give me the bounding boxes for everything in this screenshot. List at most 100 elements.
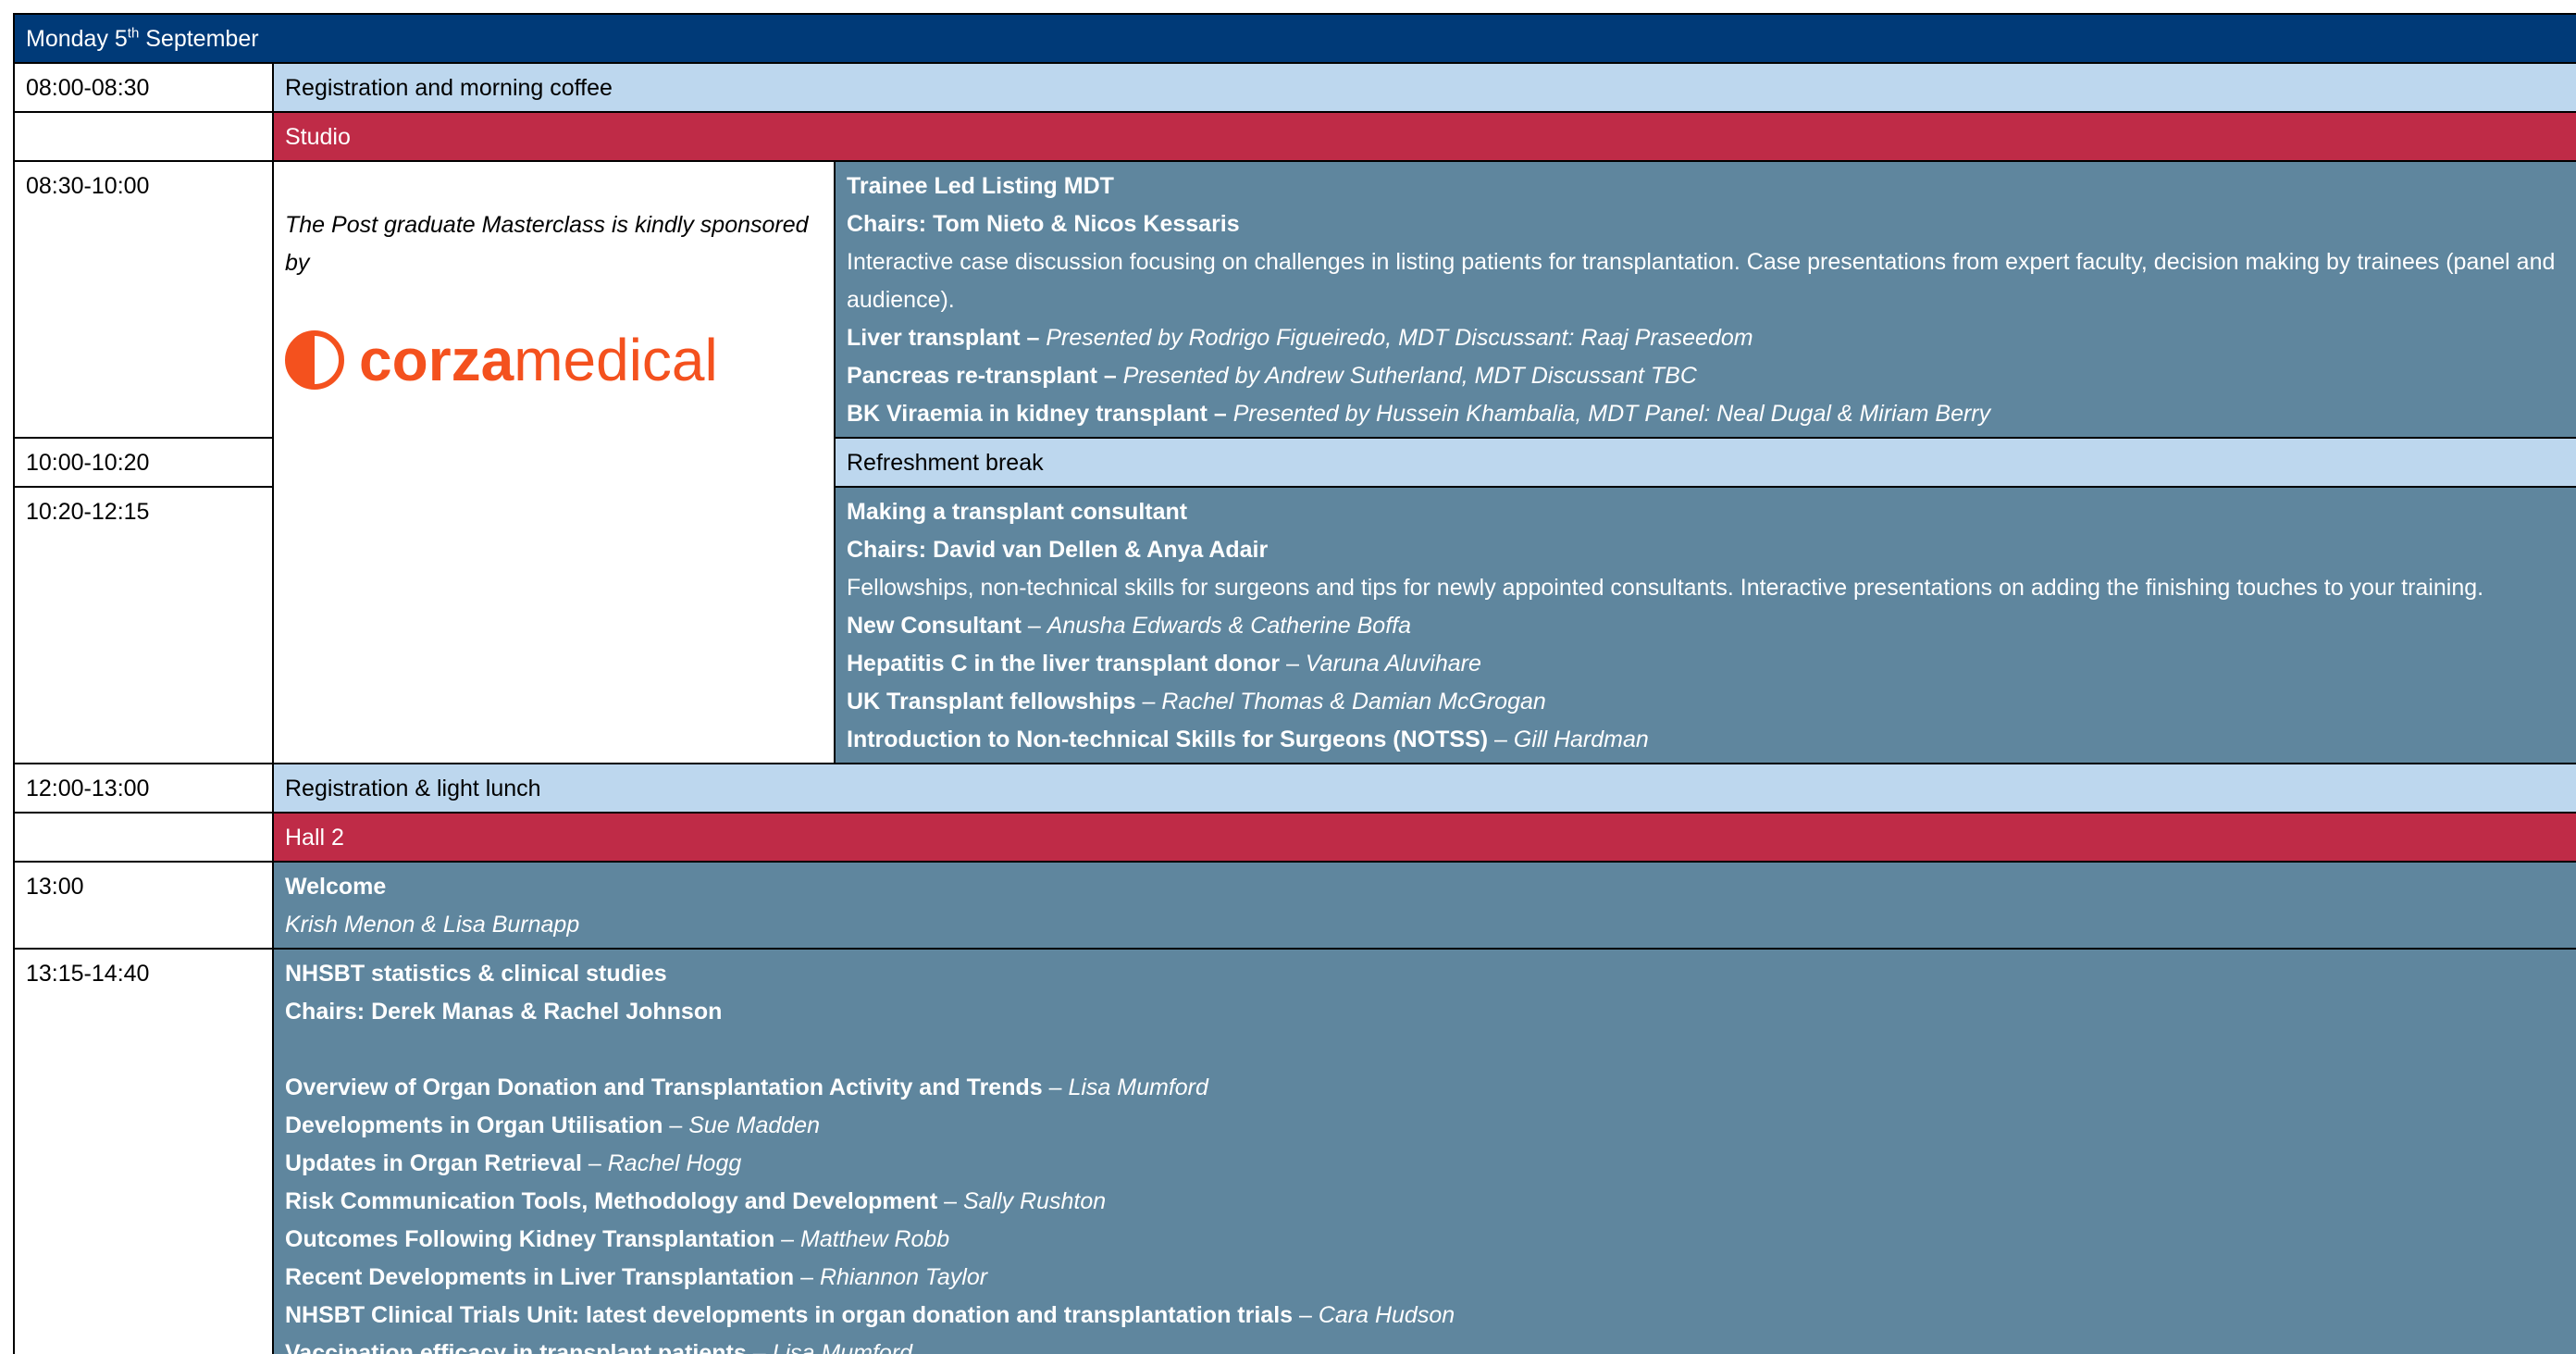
session-description: Interactive case discussion focusing on … (847, 249, 2556, 313)
schedule-row: 08:30-10:00 The Post graduate Masterclas… (13, 160, 2576, 764)
venue-label: Hall 2 (271, 812, 2576, 863)
talk-speaker: Matthew Robb (800, 1226, 950, 1252)
talk-speaker: Rachel Hogg (607, 1150, 742, 1176)
talk-item: Recent Developments in Liver Transplanta… (285, 1259, 2565, 1297)
time-cell: 10:00-10:20 (13, 437, 274, 488)
logo-word-bold: corza (359, 327, 514, 393)
schedule-row: 13:15-14:40 NHSBT statistics & clinical … (13, 948, 2576, 1354)
talk-title: Overview of Organ Donation and Transplan… (285, 1075, 1043, 1100)
talk-speaker: Rachel Thomas & Damian McGrogan (1161, 689, 1546, 714)
talk-dash: – (581, 1150, 608, 1176)
talk-speaker: Presented by Andrew Sutherland, MDT Disc… (1122, 363, 1697, 389)
talk-dash: – (1488, 727, 1514, 752)
talk-item: Introduction to Non-technical Skills for… (847, 721, 2565, 759)
talk-dash: – (937, 1188, 963, 1214)
talk-speaker: Sally Rushton (962, 1188, 1107, 1214)
talk-item: UK Transplant fellowships – Rachel Thoma… (847, 683, 2565, 721)
empty-time-cell (13, 111, 274, 162)
talk-title: Vaccination efficacy in transplant patie… (285, 1340, 747, 1354)
session-chairs: Chairs: Derek Manas & Rachel Johnson (285, 999, 723, 1025)
talk-title: UK Transplant fellowships (847, 689, 1136, 714)
time-cell: 08:30-10:00 (13, 160, 274, 439)
talk-title: Recent Developments in Liver Transplanta… (285, 1264, 795, 1290)
talk-title: NHSBT Clinical Trials Unit: latest devel… (285, 1302, 1294, 1328)
day-header-row: Monday 5th September (13, 13, 2576, 64)
logo-wordmark: corzamedical (359, 330, 718, 390)
session-title: Refreshment break (833, 437, 2576, 488)
sponsor-logo: corzamedical (285, 330, 823, 390)
talk-speaker: Cara Hudson (1318, 1302, 1455, 1328)
month-label: September (139, 26, 259, 52)
talk-dash: – (794, 1264, 820, 1290)
talk-item: Pancreas re-transplant – Presented by An… (847, 357, 2565, 395)
talk-dash: – (746, 1340, 773, 1354)
talk-speaker: Varuna Aluvihare (1305, 651, 1481, 677)
programme-page: Monday 5th September 08:00-08:30 Registr… (13, 13, 2576, 1354)
talk-item: Hepatitis C in the liver transplant dono… (847, 645, 2565, 683)
talk-item: Risk Communication Tools, Methodology an… (285, 1183, 2565, 1221)
talk-dash: – (1042, 1075, 1069, 1100)
session-chairs: Chairs: Tom Nieto & Nicos Kessaris (847, 211, 1240, 237)
session-cell: NHSBT statistics & clinical studies Chai… (271, 948, 2576, 1354)
talk-speaker: Anusha Edwards & Catherine Boffa (1046, 613, 1411, 639)
corza-logo-icon (285, 330, 344, 390)
talk-title: Outcomes Following Kidney Transplantatio… (285, 1226, 775, 1252)
talk-item: New Consultant – Anusha Edwards & Cather… (847, 607, 2565, 645)
talk-speaker: Lisa Mumford (1068, 1075, 1208, 1100)
session-cell: Welcome Krish Menon & Lisa Burnapp (271, 861, 2576, 950)
talk-dash: – (663, 1112, 689, 1138)
talk-title: Developments in Organ Utilisation (285, 1112, 663, 1138)
talk-speaker: Sue Madden (688, 1112, 820, 1138)
time-cell: 12:00-13:00 (13, 763, 274, 814)
talk-title: Introduction to Non-technical Skills for… (847, 727, 1489, 752)
talk-title: BK Viraemia in kidney transplant – (847, 401, 1233, 427)
time-cell: 13:15-14:40 (13, 948, 274, 1354)
talk-item: BK Viraemia in kidney transplant – Prese… (847, 395, 2565, 433)
session-cell: Trainee Led Listing MDT Chairs: Tom Niet… (833, 160, 2576, 439)
talk-speaker: Gill Hardman (1513, 727, 1649, 752)
talk-speaker: Presented by Rodrigo Figueiredo, MDT Dis… (1046, 325, 1753, 351)
sponsor-text: The Post graduate Masterclass is kindly … (285, 212, 809, 276)
time-cell: 10:20-12:15 (13, 486, 274, 764)
talk-dash: – (1135, 689, 1162, 714)
day-header: Monday 5th September (13, 13, 2576, 64)
talk-title: Liver transplant – (847, 325, 1046, 351)
session-chairs: Chairs: David van Dellen & Anya Adair (847, 537, 1269, 563)
empty-time-cell (13, 812, 274, 863)
talk-item: NHSBT Clinical Trials Unit: latest devel… (285, 1297, 2565, 1335)
talk-title: Hepatitis C in the liver transplant dono… (847, 651, 1281, 677)
schedule-row: 08:00-08:30 Registration and morning cof… (13, 62, 2576, 113)
sponsor-cell: The Post graduate Masterclass is kindly … (272, 160, 836, 764)
talk-item: Updates in Organ Retrieval – Rachel Hogg (285, 1145, 2565, 1183)
talk-item: Outcomes Following Kidney Transplantatio… (285, 1221, 2565, 1259)
talk-item: Liver transplant – Presented by Rodrigo … (847, 319, 2565, 357)
venue-row: Hall 2 (13, 812, 2576, 863)
day-label: Monday 5 (26, 26, 128, 52)
session-title: Welcome (285, 874, 387, 900)
talk-dash: – (1021, 613, 1047, 639)
talk-dash: – (774, 1226, 801, 1252)
talk-item: Developments in Organ Utilisation – Sue … (285, 1107, 2565, 1145)
day-ordinal: th (127, 25, 140, 42)
talk-speaker: Lisa Mumford (772, 1340, 913, 1354)
session-title: Registration & light lunch (271, 763, 2576, 814)
logo-word-rest: medical (514, 327, 718, 393)
session-description: Fellowships, non-technical skills for su… (847, 575, 2484, 601)
session-cell: Making a transplant consultant Chairs: D… (833, 486, 2576, 764)
talk-title: Updates in Organ Retrieval (285, 1150, 582, 1176)
talk-speaker: Rhiannon Taylor (819, 1264, 988, 1290)
talk-dash: – (1280, 651, 1306, 677)
talk-item: Overview of Organ Donation and Transplan… (285, 1069, 2565, 1107)
talk-title: New Consultant (847, 613, 1022, 639)
talk-item: Vaccination efficacy in transplant patie… (285, 1335, 2565, 1354)
talk-title: Pancreas re-transplant – (847, 363, 1123, 389)
schedule-row: 13:00 Welcome Krish Menon & Lisa Burnapp (13, 861, 2576, 950)
session-title: Making a transplant consultant (847, 499, 1188, 525)
time-cell: 08:00-08:30 (13, 62, 274, 113)
session-title: Trainee Led Listing MDT (847, 173, 1114, 199)
talk-title: Risk Communication Tools, Methodology an… (285, 1188, 938, 1214)
session-speakers: Krish Menon & Lisa Burnapp (285, 912, 580, 938)
talk-speaker: Presented by Hussein Khambalia, MDT Pane… (1232, 401, 1991, 427)
schedule-row: 12:00-13:00 Registration & light lunch (13, 763, 2576, 814)
